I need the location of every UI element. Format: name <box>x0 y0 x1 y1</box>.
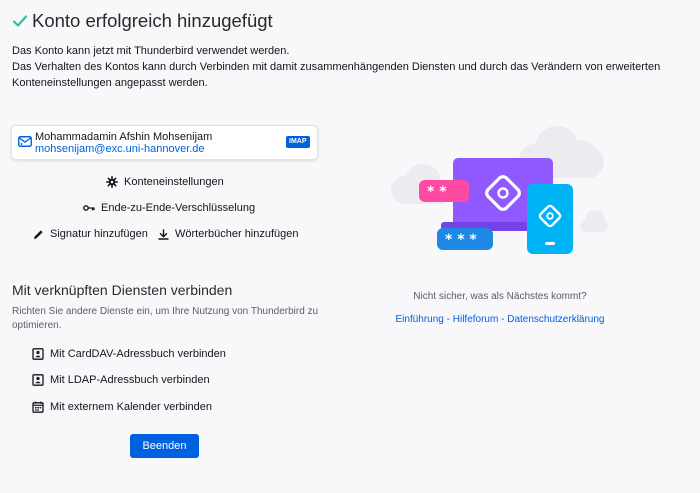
connect-ldap-button[interactable]: Mit LDAP-Adressbuch verbinden <box>32 374 210 386</box>
privacy-link[interactable]: Datenschutzerklärung <box>507 314 604 325</box>
help-question: Nicht sicher, was als Nächstes kommt? <box>413 291 587 302</box>
connect-services-description: Richten Sie andere Dienste ein, um Ihre … <box>12 306 319 331</box>
add-dictionaries-button[interactable]: Wörterbücher hinzufügen <box>158 228 299 240</box>
description-line-3: Konteneinstellungen angepasst werden. <box>12 77 208 89</box>
help-links: Einführung - Hilfeforum - Datenschutzerk… <box>380 314 620 325</box>
account-setup-illustration: * * * * * <box>391 126 608 254</box>
page-title: Konto erfolgreich hinzugefügt <box>32 10 273 31</box>
protocol-badge: IMAP <box>286 136 310 148</box>
mail-account-icon <box>18 136 32 147</box>
add-signature-button[interactable]: Signatur hinzufügen <box>33 228 148 240</box>
e2e-encryption-label: Ende-zu-Ende-Verschlüsselung <box>101 202 256 214</box>
key-icon <box>83 205 95 211</box>
account-card: Mohammadamin Afshin Mohsenijam mohsenija… <box>12 126 317 159</box>
checkmark-icon <box>12 15 28 27</box>
account-name: Mohammadamin Afshin Mohsenijam <box>35 131 213 143</box>
connect-services-heading: Mit verknüpften Diensten verbinden <box>12 282 233 298</box>
pen-icon <box>34 229 43 239</box>
help-forum-link[interactable]: Hilfeforum <box>453 314 499 325</box>
calendar-icon <box>32 401 44 413</box>
description-line-1: Das Konto kann jetzt mit Thunderbird ver… <box>12 45 290 57</box>
connect-calendar-label: Mit externem Kalender verbinden <box>50 401 213 413</box>
connect-carddav-button[interactable]: Mit CardDAV-Adressbuch verbinden <box>32 348 226 360</box>
add-signature-label: Signatur hinzufügen <box>50 228 148 240</box>
gear-icon <box>106 176 118 188</box>
account-settings-button[interactable]: Konteneinstellungen <box>106 176 224 188</box>
link-separator: - <box>443 314 453 325</box>
e2e-encryption-button[interactable]: Ende-zu-Ende-Verschlüsselung <box>83 202 255 214</box>
svg-text:* *: * * <box>427 184 447 200</box>
connect-calendar-button[interactable]: Mit externem Kalender verbinden <box>32 401 212 413</box>
connect-carddav-label: Mit CardDAV-Adressbuch verbinden <box>50 348 226 360</box>
svg-text:* * *: * * * <box>445 232 477 248</box>
address-book-icon <box>32 348 44 360</box>
description-line-2: Das Verhalten des Kontos kann durch Verb… <box>12 61 661 73</box>
download-icon <box>158 228 169 240</box>
account-settings-label: Konteneinstellungen <box>124 176 224 188</box>
intro-link[interactable]: Einführung <box>395 314 443 325</box>
link-separator: - <box>498 314 508 325</box>
address-book-icon <box>32 374 44 386</box>
finish-button[interactable]: Beenden <box>130 434 199 458</box>
add-dictionaries-label: Wörterbücher hinzufügen <box>175 228 299 240</box>
account-email: mohsenijam@exc.uni-hannover.de <box>35 143 205 155</box>
connect-ldap-label: Mit LDAP-Adressbuch verbinden <box>50 374 210 386</box>
page-title-row: Konto erfolgreich hinzugefügt <box>12 10 273 32</box>
